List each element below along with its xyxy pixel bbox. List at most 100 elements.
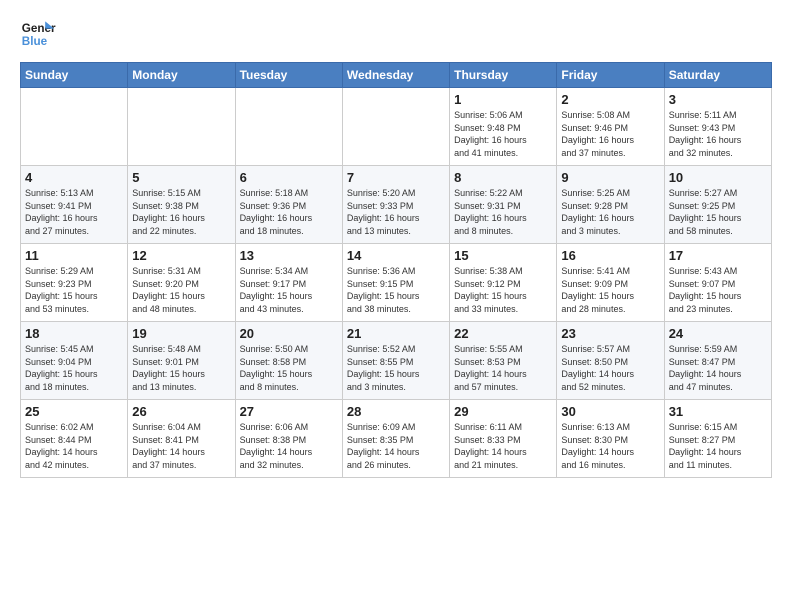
cell-details: Sunrise: 5:48 AM Sunset: 9:01 PM Dayligh… [132, 343, 230, 393]
calendar-cell: 28 Sunrise: 6:09 AM Sunset: 8:35 PM Dayli… [342, 400, 449, 478]
day-number: 11 [25, 248, 123, 263]
calendar-week-5: 25Sunrise: 6:02 AM Sunset: 8:44 PM Dayli… [21, 400, 772, 478]
weekday-header-row: SundayMondayTuesdayWednesdayThursdayFrid… [21, 63, 772, 88]
calendar-cell: 14Sunrise: 5:36 AM Sunset: 9:15 PM Dayli… [342, 244, 449, 322]
day-number: 24 [669, 326, 767, 341]
day-number: 18 [25, 326, 123, 341]
calendar-cell [235, 88, 342, 166]
calendar-cell: 20 Sunrise: 5:50 AM Sunset: 8:58 PM Dayli… [235, 322, 342, 400]
cell-details: Sunrise: 6:02 AM Sunset: 8:44 PM Dayligh… [25, 421, 123, 471]
calendar-cell: 3 Sunrise: 5:11 AM Sunset: 9:43 PM Daylig… [664, 88, 771, 166]
cell-details: Sunrise: 5:15 AM Sunset: 9:38 PM Dayligh… [132, 187, 230, 237]
day-number: 4 [25, 170, 123, 185]
day-number: 30 [561, 404, 659, 419]
day-number: 9 [561, 170, 659, 185]
day-number: 23 [561, 326, 659, 341]
day-number: 2 [561, 92, 659, 107]
calendar-cell [128, 88, 235, 166]
cell-details: Sunrise: 5:27 AM Sunset: 9:25 PM Dayligh… [669, 187, 767, 237]
calendar-cell: 19 Sunrise: 5:48 AM Sunset: 9:01 PM Dayli… [128, 322, 235, 400]
calendar-cell: 24 Sunrise: 5:59 AM Sunset: 8:47 PM Dayli… [664, 322, 771, 400]
calendar-cell: 12Sunrise: 5:31 AM Sunset: 9:20 PM Dayli… [128, 244, 235, 322]
cell-details: Sunrise: 6:15 AM Sunset: 8:27 PM Dayligh… [669, 421, 767, 471]
cell-details: Sunrise: 5:22 AM Sunset: 9:31 PM Dayligh… [454, 187, 552, 237]
cell-details: Sunrise: 5:45 AM Sunset: 9:04 PM Dayligh… [25, 343, 123, 393]
cell-details: Sunrise: 5:38 AM Sunset: 9:12 PM Dayligh… [454, 265, 552, 315]
weekday-header-friday: Friday [557, 63, 664, 88]
cell-details: Sunrise: 5:57 AM Sunset: 8:50 PM Dayligh… [561, 343, 659, 393]
day-number: 16 [561, 248, 659, 263]
cell-details: Sunrise: 5:06 AM Sunset: 9:48 PM Dayligh… [454, 109, 552, 159]
calendar-cell: 17Sunrise: 5:43 AM Sunset: 9:07 PM Dayli… [664, 244, 771, 322]
calendar-cell [342, 88, 449, 166]
cell-details: Sunrise: 5:55 AM Sunset: 8:53 PM Dayligh… [454, 343, 552, 393]
weekday-header-monday: Monday [128, 63, 235, 88]
cell-details: Sunrise: 5:59 AM Sunset: 8:47 PM Dayligh… [669, 343, 767, 393]
calendar-table: SundayMondayTuesdayWednesdayThursdayFrid… [20, 62, 772, 478]
calendar-cell: 23 Sunrise: 5:57 AM Sunset: 8:50 PM Dayli… [557, 322, 664, 400]
calendar-cell: 31 Sunrise: 6:15 AM Sunset: 8:27 PM Dayli… [664, 400, 771, 478]
calendar-week-2: 4Sunrise: 5:13 AM Sunset: 9:41 PM Daylig… [21, 166, 772, 244]
cell-details: Sunrise: 6:06 AM Sunset: 8:38 PM Dayligh… [240, 421, 338, 471]
calendar-cell: 27 Sunrise: 6:06 AM Sunset: 8:38 PM Dayli… [235, 400, 342, 478]
day-number: 19 [132, 326, 230, 341]
calendar-cell: 16Sunrise: 5:41 AM Sunset: 9:09 PM Dayli… [557, 244, 664, 322]
weekday-header-tuesday: Tuesday [235, 63, 342, 88]
calendar-week-1: 1Sunrise: 5:06 AM Sunset: 9:48 PM Daylig… [21, 88, 772, 166]
calendar-cell: 11 Sunrise: 5:29 AM Sunset: 9:23 PM Dayli… [21, 244, 128, 322]
svg-text:General: General [22, 22, 56, 35]
calendar-cell: 22 Sunrise: 5:55 AM Sunset: 8:53 PM Dayli… [450, 322, 557, 400]
calendar-cell: 21 Sunrise: 5:52 AM Sunset: 8:55 PM Dayli… [342, 322, 449, 400]
day-number: 3 [669, 92, 767, 107]
day-number: 31 [669, 404, 767, 419]
cell-details: Sunrise: 6:09 AM Sunset: 8:35 PM Dayligh… [347, 421, 445, 471]
day-number: 21 [347, 326, 445, 341]
logo-icon: General Blue [20, 16, 56, 52]
cell-details: Sunrise: 5:31 AM Sunset: 9:20 PM Dayligh… [132, 265, 230, 315]
cell-details: Sunrise: 5:11 AM Sunset: 9:43 PM Dayligh… [669, 109, 767, 159]
calendar-cell: 7 Sunrise: 5:20 AM Sunset: 9:33 PM Daylig… [342, 166, 449, 244]
header: General Blue [20, 16, 772, 52]
logo: General Blue [20, 16, 62, 52]
day-number: 10 [669, 170, 767, 185]
cell-details: Sunrise: 5:50 AM Sunset: 8:58 PM Dayligh… [240, 343, 338, 393]
cell-details: Sunrise: 5:34 AM Sunset: 9:17 PM Dayligh… [240, 265, 338, 315]
cell-details: Sunrise: 6:11 AM Sunset: 8:33 PM Dayligh… [454, 421, 552, 471]
day-number: 22 [454, 326, 552, 341]
calendar-week-4: 18 Sunrise: 5:45 AM Sunset: 9:04 PM Dayli… [21, 322, 772, 400]
calendar-cell: 26 Sunrise: 6:04 AM Sunset: 8:41 PM Dayli… [128, 400, 235, 478]
day-number: 8 [454, 170, 552, 185]
calendar-cell: 8 Sunrise: 5:22 AM Sunset: 9:31 PM Daylig… [450, 166, 557, 244]
cell-details: Sunrise: 5:08 AM Sunset: 9:46 PM Dayligh… [561, 109, 659, 159]
calendar-cell [21, 88, 128, 166]
cell-details: Sunrise: 6:04 AM Sunset: 8:41 PM Dayligh… [132, 421, 230, 471]
calendar-cell: 1Sunrise: 5:06 AM Sunset: 9:48 PM Daylig… [450, 88, 557, 166]
cell-details: Sunrise: 5:29 AM Sunset: 9:23 PM Dayligh… [25, 265, 123, 315]
cell-details: Sunrise: 5:18 AM Sunset: 9:36 PM Dayligh… [240, 187, 338, 237]
day-number: 17 [669, 248, 767, 263]
day-number: 27 [240, 404, 338, 419]
calendar-cell: 5 Sunrise: 5:15 AM Sunset: 9:38 PM Daylig… [128, 166, 235, 244]
cell-details: Sunrise: 5:20 AM Sunset: 9:33 PM Dayligh… [347, 187, 445, 237]
cell-details: Sunrise: 5:52 AM Sunset: 8:55 PM Dayligh… [347, 343, 445, 393]
cell-details: Sunrise: 6:13 AM Sunset: 8:30 PM Dayligh… [561, 421, 659, 471]
svg-text:Blue: Blue [22, 35, 48, 48]
day-number: 5 [132, 170, 230, 185]
calendar-cell: 2 Sunrise: 5:08 AM Sunset: 9:46 PM Daylig… [557, 88, 664, 166]
weekday-header-sunday: Sunday [21, 63, 128, 88]
weekday-header-thursday: Thursday [450, 63, 557, 88]
calendar-cell: 4Sunrise: 5:13 AM Sunset: 9:41 PM Daylig… [21, 166, 128, 244]
day-number: 28 [347, 404, 445, 419]
day-number: 15 [454, 248, 552, 263]
weekday-header-wednesday: Wednesday [342, 63, 449, 88]
day-number: 26 [132, 404, 230, 419]
day-number: 7 [347, 170, 445, 185]
calendar-cell: 13 Sunrise: 5:34 AM Sunset: 9:17 PM Dayli… [235, 244, 342, 322]
calendar-cell: 9Sunrise: 5:25 AM Sunset: 9:28 PM Daylig… [557, 166, 664, 244]
day-number: 14 [347, 248, 445, 263]
day-number: 6 [240, 170, 338, 185]
day-number: 20 [240, 326, 338, 341]
calendar-cell: 6 Sunrise: 5:18 AM Sunset: 9:36 PM Daylig… [235, 166, 342, 244]
day-number: 13 [240, 248, 338, 263]
calendar-cell: 30 Sunrise: 6:13 AM Sunset: 8:30 PM Dayli… [557, 400, 664, 478]
